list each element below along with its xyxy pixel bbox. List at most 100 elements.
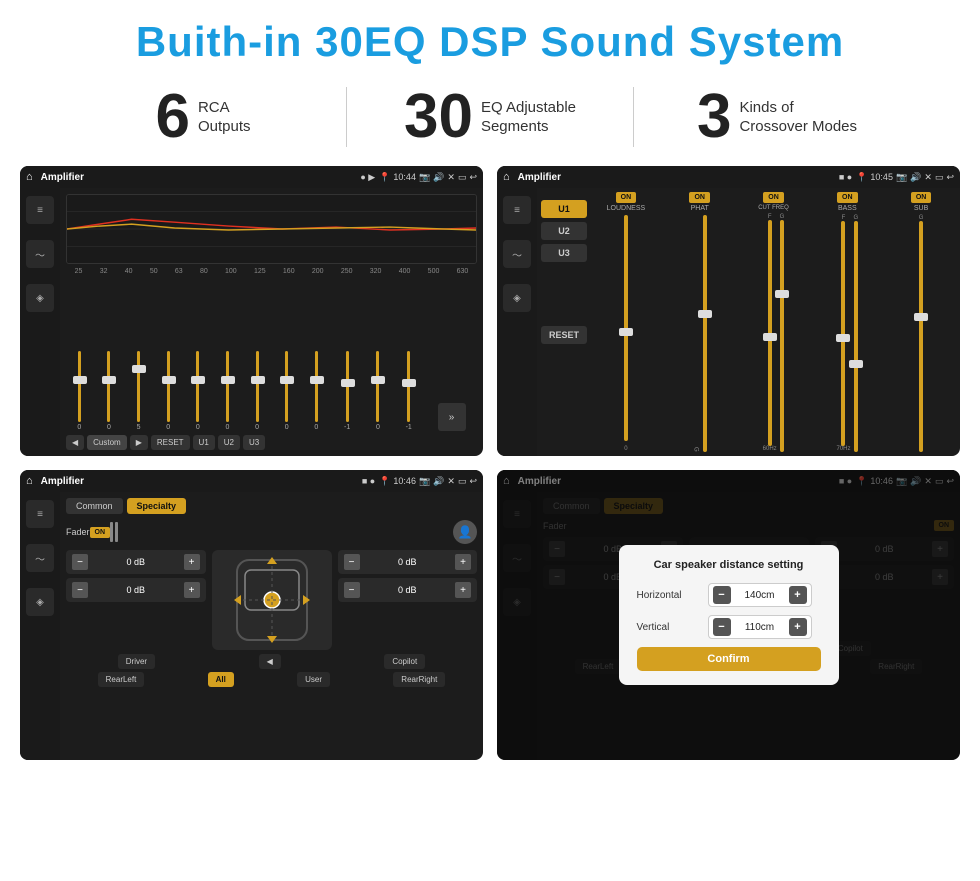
fader-profile-btn[interactable]: 👤 bbox=[453, 520, 477, 544]
eq-prev-btn[interactable]: ◀ bbox=[66, 435, 84, 450]
eq-filter-btn[interactable]: ≡ bbox=[26, 196, 54, 224]
fader-db-row-1-left: − 0 dB + bbox=[66, 550, 206, 574]
stat-label-rca: RCAOutputs bbox=[198, 98, 251, 137]
xover-close-icon: ✕ bbox=[924, 172, 932, 183]
db-plus-2r[interactable]: + bbox=[455, 582, 471, 598]
sub-sliders: G bbox=[919, 215, 924, 452]
volume-icon: 🔊 bbox=[433, 172, 444, 183]
xover-filter-btn[interactable]: ≡ bbox=[503, 196, 531, 224]
phat-toggle[interactable]: ON bbox=[689, 192, 710, 203]
user-btn[interactable]: User bbox=[297, 672, 330, 687]
xover-u2-btn[interactable]: U2 bbox=[541, 222, 587, 240]
sub-toggle[interactable]: ON bbox=[911, 192, 932, 203]
fader-back-icon: ↩ bbox=[469, 476, 477, 487]
eq-u2-btn[interactable]: U2 bbox=[218, 435, 240, 450]
xover-channels-area: ON LOUDNESS 0 ON bbox=[591, 192, 956, 452]
stat-number-rca: 6 bbox=[155, 86, 189, 148]
rear-right-btn[interactable]: RearRight bbox=[393, 672, 445, 687]
horizontal-label: Horizontal bbox=[637, 590, 702, 601]
eq-left-controls: ≡ 〜 ◈ bbox=[20, 188, 60, 456]
eq-status-icons: 📍 10:44 📷 🔊 ✕ ▭ ↩ bbox=[379, 172, 477, 183]
fader-indicators: ■ ● bbox=[362, 476, 375, 486]
eq-slider-11[interactable]: 0 bbox=[376, 351, 380, 431]
eq-slider-10[interactable]: -1 bbox=[344, 351, 350, 431]
cutfreq-toggle[interactable]: ON bbox=[763, 192, 784, 203]
vertical-minus-btn[interactable]: − bbox=[713, 618, 731, 636]
horizontal-minus-btn[interactable]: − bbox=[713, 586, 731, 604]
eq-reset-btn[interactable]: RESET bbox=[151, 435, 190, 450]
fader-common-tab[interactable]: Common bbox=[66, 498, 123, 514]
db-minus-2l[interactable]: − bbox=[72, 582, 88, 598]
eq-u1-btn[interactable]: U1 bbox=[193, 435, 215, 450]
eq-slider-12[interactable]: -1 bbox=[406, 351, 412, 431]
close-icon: ✕ bbox=[447, 172, 455, 183]
all-btn[interactable]: All bbox=[208, 672, 234, 687]
fader-wave-btn[interactable]: 〜 bbox=[26, 544, 54, 572]
db-minus-1r[interactable]: − bbox=[344, 554, 360, 570]
fader-close-icon: ✕ bbox=[447, 476, 455, 487]
fader-home-icon: ⌂ bbox=[26, 475, 33, 487]
xover-reset-btn[interactable]: RESET bbox=[541, 326, 587, 344]
eq-content: ≡ 〜 ◈ bbox=[20, 188, 483, 456]
db-plus-1l[interactable]: + bbox=[184, 554, 200, 570]
db-plus-2l[interactable]: + bbox=[184, 582, 200, 598]
eq-more-btn[interactable]: » bbox=[438, 403, 466, 431]
fader-right-db: − 0 dB + − 0 dB + bbox=[338, 550, 478, 602]
vertical-value: 110cm bbox=[735, 622, 785, 633]
horizontal-plus-btn[interactable]: + bbox=[789, 586, 807, 604]
xover-u3-btn[interactable]: U3 bbox=[541, 244, 587, 262]
stat-eq: 30 EQ AdjustableSegments bbox=[347, 86, 633, 148]
fader-left-controls: ≡ 〜 ◈ bbox=[20, 492, 60, 760]
eq-bottom-controls: ◀ Custom ▶ RESET U1 U2 U3 bbox=[66, 431, 477, 450]
screenshots-grid: ⌂ Amplifier ● ▶ 📍 10:44 📷 🔊 ✕ ▭ ↩ ≡ 〜 ◈ bbox=[0, 158, 980, 770]
xover-wave-btn[interactable]: 〜 bbox=[503, 240, 531, 268]
fader-specialty-tab[interactable]: Specialty bbox=[127, 498, 187, 514]
db-minus-2r[interactable]: − bbox=[344, 582, 360, 598]
fader-camera-icon: 📷 bbox=[419, 476, 430, 487]
xover-loudness: ON LOUDNESS 0 bbox=[591, 192, 661, 452]
eq-slider-8[interactable]: 0 bbox=[285, 351, 289, 431]
eq-slider-6[interactable]: 0 bbox=[225, 351, 229, 431]
xover-location-icon: 📍 bbox=[856, 172, 867, 183]
sub-label: SUB bbox=[914, 205, 928, 212]
phat-slider[interactable] bbox=[703, 215, 707, 452]
fader-chevron-left[interactable]: ◀ bbox=[259, 654, 281, 669]
fader-filter-btn[interactable]: ≡ bbox=[26, 500, 54, 528]
xover-bass: ON BASS F 70Hz G bbox=[812, 192, 882, 452]
vertical-stepper: − 110cm + bbox=[708, 615, 812, 639]
db-minus-1l[interactable]: − bbox=[72, 554, 88, 570]
xover-speaker-btn[interactable]: ◈ bbox=[503, 284, 531, 312]
bass-toggle[interactable]: ON bbox=[837, 192, 858, 203]
fader-speaker-btn[interactable]: ◈ bbox=[26, 588, 54, 616]
loudness-toggle[interactable]: ON bbox=[616, 192, 637, 203]
eq-speaker-btn[interactable]: ◈ bbox=[26, 284, 54, 312]
fader-on-toggle[interactable]: ON bbox=[90, 527, 111, 538]
eq-slider-1[interactable]: 0 bbox=[77, 351, 81, 431]
rear-left-btn[interactable]: RearLeft bbox=[98, 672, 145, 687]
eq-slider-5[interactable]: 0 bbox=[196, 351, 200, 431]
fader-bottom-row2: RearLeft All User RearRight bbox=[66, 672, 477, 687]
page-title: Buith-in 30EQ DSP Sound System bbox=[10, 18, 970, 66]
eq-slider-3[interactable]: 5 bbox=[137, 351, 141, 431]
copilot-btn[interactable]: Copilot bbox=[384, 654, 425, 669]
fader-db-row-1-right: − 0 dB + bbox=[338, 550, 478, 574]
bass-sliders: F 70Hz G bbox=[836, 215, 858, 452]
eq-slider-7[interactable]: 0 bbox=[255, 351, 259, 431]
eq-slider-9[interactable]: 0 bbox=[314, 351, 318, 431]
vertical-label: Vertical bbox=[637, 622, 702, 633]
xover-u1-btn[interactable]: U1 bbox=[541, 200, 587, 218]
window-icon: ▭ bbox=[458, 172, 467, 183]
eq-slider-2[interactable]: 0 bbox=[107, 351, 111, 431]
xover-left-controls: ≡ 〜 ◈ bbox=[497, 188, 537, 456]
eq-u3-btn[interactable]: U3 bbox=[243, 435, 265, 450]
eq-play-btn[interactable]: ▶ bbox=[130, 435, 148, 450]
confirm-button[interactable]: Confirm bbox=[637, 647, 821, 671]
fader-content: ≡ 〜 ◈ Common Specialty Fader ON 👤 bbox=[20, 492, 483, 760]
eq-slider-4[interactable]: 0 bbox=[166, 351, 170, 431]
loudness-slider[interactable] bbox=[624, 215, 628, 441]
driver-btn[interactable]: Driver bbox=[118, 654, 155, 669]
db-plus-1r[interactable]: + bbox=[455, 554, 471, 570]
xover-phat: ON PHAT G bbox=[665, 192, 735, 452]
eq-wave-btn[interactable]: 〜 bbox=[26, 240, 54, 268]
vertical-plus-btn[interactable]: + bbox=[789, 618, 807, 636]
